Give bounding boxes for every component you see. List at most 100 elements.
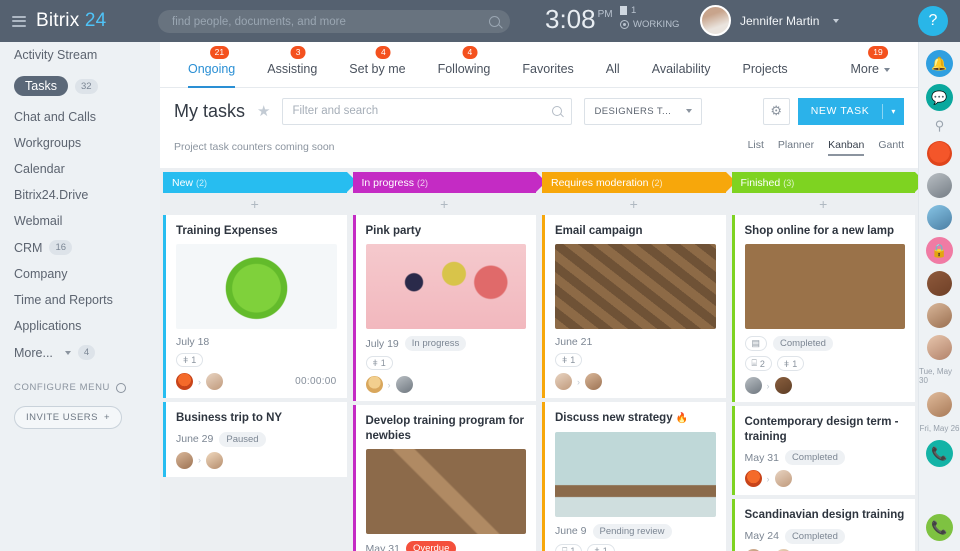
tab-favorites[interactable]: Favorites [506,62,589,87]
call-icon[interactable]: 📞 [926,440,953,467]
recent-item-avatar[interactable] [927,173,952,198]
avatar[interactable] [395,376,413,394]
tab-all[interactable]: All [590,62,636,87]
sidebar-item-chat-and-calls[interactable]: Chat and Calls [0,104,160,130]
recent-item-avatar[interactable] [927,205,952,230]
avatar[interactable] [774,470,792,488]
task-people-row: › [176,451,337,469]
search-icon [552,106,563,116]
recent-item-avatar[interactable] [927,303,952,328]
chat-icon[interactable]: 💬 [926,84,953,111]
favorite-star-icon[interactable]: ★ [257,102,270,120]
avatar[interactable] [555,373,572,391]
task-card[interactable]: Business trip to NY June 29 Paused › [163,402,347,477]
recent-item-avatar[interactable] [927,335,952,360]
sidebar-item-time-and-reports[interactable]: Time and Reports [0,287,160,313]
attachment-count: 1 [792,358,798,369]
lock-icon[interactable]: 🔒 [926,237,953,264]
column-header[interactable]: New (2) [163,172,357,193]
add-task-button[interactable]: + [350,193,540,215]
task-card[interactable]: Training Expenses July 18 ǂ 1 › 00:00:00 [163,215,347,399]
task-title-text: Contemporary design term - training [744,416,899,443]
toolbar: My tasks ★ DESIGNERS T... ⚙ NEW TASK ▾ [160,88,918,134]
invite-users-button[interactable]: INVITE USERS + [14,406,123,429]
tab-badge: 21 [209,46,230,60]
column-header[interactable]: Requires moderation (2) [542,172,736,193]
sidebar-item-crm[interactable]: CRM 16 [0,234,160,261]
avatar[interactable] [365,376,383,394]
tab-projects[interactable]: Projects [727,62,804,87]
global-search[interactable] [158,10,510,33]
attachment-count-badge: ǂ1 [176,353,204,368]
avatar[interactable] [744,377,762,395]
avatar[interactable] [774,377,792,395]
tab-set-by-me[interactable]: 4 Set by me [333,46,421,87]
avatar[interactable] [744,470,762,488]
notifications-icon[interactable]: 🔔 [926,50,953,77]
task-card[interactable]: Discuss new strategy 🔥 June 9 Pending revi… [542,402,726,551]
tab-label: Following [437,62,491,76]
chevron-right-icon: › [198,455,201,466]
brand-logo[interactable]: Bitrix 24 [36,10,106,32]
tab-assisting[interactable]: 3 Assisting [251,46,333,87]
menu-burger-icon[interactable] [12,15,26,27]
tab-more[interactable]: 19 More [835,46,906,87]
sidebar-item-workgroups[interactable]: Workgroups [0,130,160,156]
avatar[interactable] [585,373,602,391]
avatar[interactable] [700,5,731,36]
help-button[interactable]: ? [918,6,948,36]
sidebar-item-tasks[interactable]: Tasks 32 [0,70,160,102]
phone-icon[interactable]: 📞 [926,514,953,541]
add-task-button[interactable]: + [160,193,350,215]
recent-item-avatar[interactable] [927,271,952,296]
work-status-block[interactable]: 1 WORKING [620,5,679,33]
view-kanban[interactable]: Kanban [828,139,865,156]
sidebar-item-calendar[interactable]: Calendar [0,156,160,182]
tab-following[interactable]: 4 Following [422,46,507,87]
task-card[interactable]: Contemporary design term - training May 3… [731,406,915,496]
settings-button[interactable]: ⚙ [762,97,790,125]
project-select[interactable]: DESIGNERS T... [584,97,703,125]
task-badges: ⌸ 2 ǂ 1 [744,356,906,372]
sidebar-item-activity-stream[interactable]: Activity Stream [0,42,160,68]
new-task-button[interactable]: NEW TASK ▾ [797,97,904,125]
flag-counter[interactable]: 1 [620,5,679,16]
filter-search-input[interactable] [292,105,553,117]
search-icon[interactable]: ⚲ [935,118,945,134]
comment-icon: ⌸ [751,358,757,369]
sidebar-item-applications[interactable]: Applications [0,313,160,339]
configure-menu-button[interactable]: CONFIGURE MENU [14,382,146,393]
task-card[interactable]: Develop training program for newbies May … [352,405,536,551]
recent-item-avatar[interactable] [927,141,952,166]
task-date: June 9 [555,525,587,538]
add-task-button[interactable]: + [539,193,729,215]
recent-item-avatar[interactable] [927,392,952,417]
avatar[interactable] [206,451,223,469]
user-menu[interactable]: Jennifer Martin [700,5,840,36]
new-task-dropdown-icon[interactable]: ▾ [883,107,904,116]
column-header[interactable]: Finished (3) [731,172,918,193]
view-planner[interactable]: Planner [778,139,814,155]
task-card[interactable]: Pink party July 19 In progress ǂ 1 › [352,215,536,402]
working-status[interactable]: WORKING [620,19,679,30]
sidebar-item-more[interactable]: More... 4 [0,339,160,366]
global-search-input[interactable] [172,15,489,28]
sidebar-item-bitrix24-drive[interactable]: Bitrix24.Drive [0,182,160,208]
filter-search[interactable] [282,97,573,125]
task-card[interactable]: Email campaign June 21 ǂ 1 › [542,215,726,399]
column-header[interactable]: In progress (2) [352,172,546,193]
add-task-button[interactable]: + [729,193,919,215]
tab-ongoing[interactable]: 21 Ongoing [172,46,251,88]
task-card[interactable]: Scandinavian design training May 24 Comple… [731,499,915,551]
avatar[interactable] [176,373,193,391]
task-card[interactable]: Shop online for a new lamp ▤ Completed ⌸ 2 ǂ 1… [731,215,915,403]
tab-availability[interactable]: Availability [636,62,727,87]
chevron-down-icon [64,350,71,355]
view-list[interactable]: List [748,139,764,155]
view-gantt[interactable]: Gantt [878,139,904,155]
avatar[interactable] [206,373,223,391]
sidebar-item-webmail[interactable]: Webmail [0,208,160,234]
avatar[interactable] [176,451,193,469]
view-switcher: List Planner Kanban Gantt [748,139,904,156]
sidebar-item-company[interactable]: Company [0,261,160,287]
